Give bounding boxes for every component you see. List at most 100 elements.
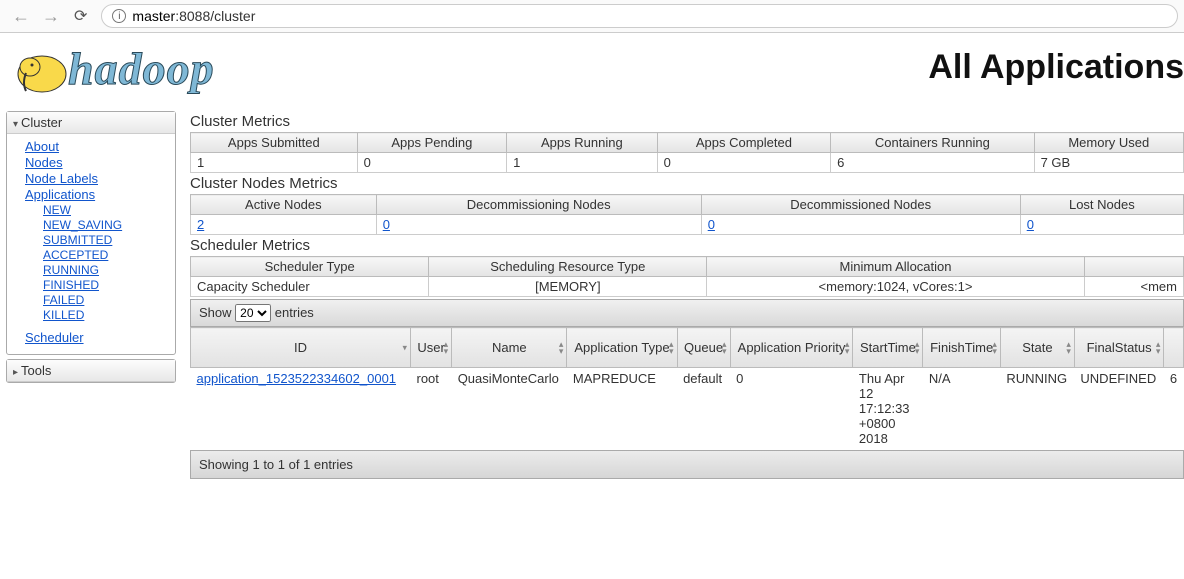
forward-arrow-icon[interactable]: → xyxy=(36,6,66,27)
cell-state: RUNNING xyxy=(1000,368,1074,450)
cell-user: root xyxy=(411,368,452,450)
cell-start: Thu Apr 12 17:12:33 +0800 2018 xyxy=(853,368,923,450)
th-lost-nodes[interactable]: Lost Nodes xyxy=(1020,195,1183,215)
browser-toolbar: ← → ⟳ i master:8088/cluster xyxy=(0,0,1184,33)
logo[interactable]: hadoop xyxy=(6,33,215,101)
main-content: Cluster Metrics Apps Submitted Apps Pend… xyxy=(176,111,1184,479)
table-row: application_1523522334602_0001 root Quas… xyxy=(191,368,1184,450)
th-state[interactable]: State▴▾ xyxy=(1000,328,1074,368)
sort-icon: ▴▾ xyxy=(444,341,449,355)
th-app-type[interactable]: Application Type▴▾ xyxy=(567,328,677,368)
td-decommissioning-nodes: 0 xyxy=(376,215,701,235)
sidebar-link-scheduler[interactable]: Scheduler xyxy=(25,330,165,345)
logo-text: hadoop xyxy=(68,42,215,95)
cell-final: UNDEFINED xyxy=(1074,368,1163,450)
active-nodes-link[interactable]: 2 xyxy=(197,217,204,232)
th-starttime[interactable]: StartTime▴▾ xyxy=(853,328,923,368)
show-label: Show xyxy=(199,305,232,320)
entries-label: entries xyxy=(275,305,314,320)
sidebar-link-nodes[interactable]: Nodes xyxy=(25,155,165,170)
th-apps-running[interactable]: Apps Running xyxy=(507,133,658,153)
sort-icon: ▴▾ xyxy=(1156,341,1161,355)
th-scheduler-type[interactable]: Scheduler Type xyxy=(191,257,429,277)
sidebar-link-failed[interactable]: FAILED xyxy=(43,293,165,307)
back-arrow-icon[interactable]: ← xyxy=(6,6,36,27)
cell-type: MAPREDUCE xyxy=(567,368,677,450)
sidebar-link-applications[interactable]: Applications xyxy=(25,187,165,202)
th-queue[interactable]: Queue▴▾ xyxy=(677,328,730,368)
sidebar-link-finished[interactable]: FINISHED xyxy=(43,278,165,292)
sidebar-tools-header[interactable]: ▸Tools xyxy=(7,360,175,382)
sidebar-link-new-saving[interactable]: NEW_SAVING xyxy=(43,218,165,232)
td-apps-completed: 0 xyxy=(657,153,831,173)
scheduler-metrics-title: Scheduler Metrics xyxy=(190,237,1184,254)
sidebar-link-accepted[interactable]: ACCEPTED xyxy=(43,248,165,262)
th-extra[interactable] xyxy=(1164,328,1184,368)
table-info: Showing 1 to 1 of 1 entries xyxy=(190,450,1184,479)
th-decommissioning-nodes[interactable]: Decommissioning Nodes xyxy=(376,195,701,215)
th-memory-used[interactable]: Memory Used xyxy=(1034,133,1183,153)
decommissioned-nodes-link[interactable]: 0 xyxy=(708,217,715,232)
reload-icon[interactable]: ⟳ xyxy=(66,6,95,26)
hadoop-elephant-icon xyxy=(12,39,72,97)
info-icon[interactable]: i xyxy=(112,9,126,23)
cell-extra: 6 xyxy=(1164,368,1184,450)
lost-nodes-link[interactable]: 0 xyxy=(1027,217,1034,232)
cell-priority: 0 xyxy=(730,368,853,450)
td-lost-nodes: 0 xyxy=(1020,215,1183,235)
td-apps-pending: 0 xyxy=(357,153,506,173)
th-min-allocation[interactable]: Minimum Allocation xyxy=(707,257,1084,277)
cluster-metrics-title: Cluster Metrics xyxy=(190,113,1184,130)
header: hadoop All Applications xyxy=(0,33,1184,105)
td-decommissioned-nodes: 0 xyxy=(701,215,1020,235)
td-apps-submitted: 1 xyxy=(191,153,358,173)
th-user[interactable]: User▴▾ xyxy=(411,328,452,368)
td-apps-running: 1 xyxy=(507,153,658,173)
th-name[interactable]: Name▴▾ xyxy=(452,328,567,368)
cell-finish: N/A xyxy=(923,368,1000,450)
scheduler-metrics-table: Scheduler Type Scheduling Resource Type … xyxy=(190,256,1184,297)
sidebar-tools-box: ▸Tools xyxy=(6,359,176,383)
td-active-nodes: 2 xyxy=(191,215,377,235)
sidebar-cluster-header[interactable]: ▾Cluster xyxy=(7,112,175,134)
nodes-metrics-table: Active Nodes Decommissioning Nodes Decom… xyxy=(190,194,1184,235)
sort-icon: ▴▾ xyxy=(1066,341,1071,355)
url-bar[interactable]: i master:8088/cluster xyxy=(101,4,1178,28)
th-active-nodes[interactable]: Active Nodes xyxy=(191,195,377,215)
sidebar-link-about[interactable]: About xyxy=(25,139,165,154)
th-decommissioned-nodes[interactable]: Decommissioned Nodes xyxy=(701,195,1020,215)
sort-icon: ▾ xyxy=(402,344,407,351)
th-finishtime[interactable]: FinishTime▴▾ xyxy=(923,328,1000,368)
sidebar-link-running[interactable]: RUNNING xyxy=(43,263,165,277)
th-containers-running[interactable]: Containers Running xyxy=(831,133,1034,153)
app-id-link[interactable]: application_1523522334602_0001 xyxy=(197,371,397,386)
sort-icon: ▴▾ xyxy=(915,341,920,355)
page-size-select[interactable]: 20 xyxy=(235,304,271,322)
sort-icon: ▴▾ xyxy=(559,341,564,355)
th-max-allocation[interactable] xyxy=(1084,257,1183,277)
th-apps-completed[interactable]: Apps Completed xyxy=(657,133,831,153)
th-apps-submitted[interactable]: Apps Submitted xyxy=(191,133,358,153)
decommissioning-nodes-link[interactable]: 0 xyxy=(383,217,390,232)
sidebar-link-node-labels[interactable]: Node Labels xyxy=(25,171,165,186)
nodes-metrics-title: Cluster Nodes Metrics xyxy=(190,175,1184,192)
caret-down-icon: ▾ xyxy=(13,119,18,130)
apps-table: ID▾ User▴▾ Name▴▾ Application Type▴▾ Que… xyxy=(190,327,1184,450)
sidebar: ▾Cluster About Nodes Node Labels Applica… xyxy=(6,111,176,479)
td-min-allocation: <memory:1024, vCores:1> xyxy=(707,277,1084,297)
th-priority[interactable]: Application Priority▴▾ xyxy=(730,328,853,368)
th-resource-type[interactable]: Scheduling Resource Type xyxy=(429,257,707,277)
sidebar-link-submitted[interactable]: SUBMITTED xyxy=(43,233,165,247)
th-id[interactable]: ID▾ xyxy=(191,328,411,368)
apps-length-toolbar: Show 20 entries xyxy=(190,299,1184,327)
td-resource-type: [MEMORY] xyxy=(429,277,707,297)
th-apps-pending[interactable]: Apps Pending xyxy=(357,133,506,153)
td-containers-running: 6 xyxy=(831,153,1034,173)
td-memory-used: 7 GB xyxy=(1034,153,1183,173)
url-text: master:8088/cluster xyxy=(132,8,255,24)
sidebar-link-new[interactable]: NEW xyxy=(43,203,165,217)
sidebar-link-killed[interactable]: KILLED xyxy=(43,308,165,322)
sort-icon: ▴▾ xyxy=(722,341,727,355)
th-finalstatus[interactable]: FinalStatus▴▾ xyxy=(1074,328,1163,368)
cluster-metrics-table: Apps Submitted Apps Pending Apps Running… xyxy=(190,132,1184,173)
